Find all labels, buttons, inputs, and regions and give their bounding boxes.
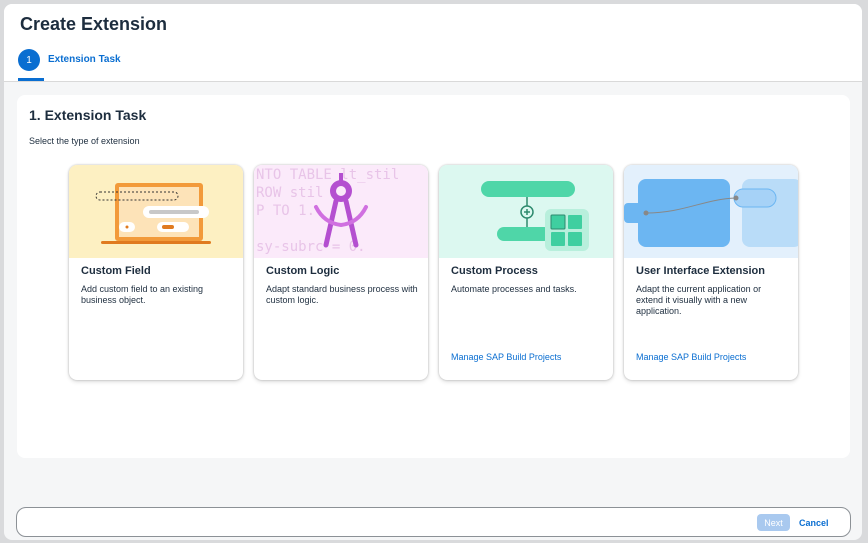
compass-illustration: NTO TABLE lt_stil ROW stil P TO 1. sy-su…: [254, 165, 428, 258]
step-content-panel: 1. Extension Task Select the type of ext…: [17, 95, 850, 458]
card-title: Custom Field: [81, 265, 151, 277]
manage-sap-build-projects-link[interactable]: Manage SAP Build Projects: [636, 352, 746, 362]
card-description: Adapt standard business process with cus…: [266, 284, 418, 305]
card-description: Adapt the current application or extend …: [636, 284, 762, 316]
card-user-interface-extension[interactable]: User Interface Extension Adapt the curre…: [624, 165, 798, 380]
code-line-4: sy-subrc = 0.: [256, 239, 366, 255]
section-subtitle: Select the type of extension: [29, 136, 140, 146]
process-flow-illustration: [439, 165, 613, 258]
section-title: 1. Extension Task: [29, 107, 147, 123]
card-title: Custom Logic: [266, 265, 340, 277]
card-custom-logic[interactable]: NTO TABLE lt_stil ROW stil P TO 1. sy-su…: [254, 165, 428, 380]
code-line-1: NTO TABLE lt_stil: [256, 167, 399, 183]
ui-connect-illustration: [624, 165, 798, 258]
cancel-button[interactable]: Cancel: [799, 514, 829, 531]
card-description: Automate processes and tasks.: [451, 284, 577, 294]
code-line-3: P TO 1.: [256, 203, 315, 219]
next-button[interactable]: Next: [757, 514, 790, 531]
step-label: Extension Task: [48, 54, 121, 65]
create-extension-dialog: Create Extension 1 Extension Task 1. Ext…: [4, 4, 862, 540]
manage-sap-build-projects-link[interactable]: Manage SAP Build Projects: [451, 352, 561, 362]
card-custom-field[interactable]: Custom Field Add custom field to an exis…: [69, 165, 243, 380]
card-title: Custom Process: [451, 265, 538, 277]
dialog-title: Create Extension: [20, 14, 168, 34]
card-custom-process[interactable]: Custom Process Automate processes and ta…: [439, 165, 613, 380]
dialog-footer: Next Cancel: [16, 507, 851, 537]
laptop-form-illustration: [69, 165, 243, 258]
card-title: User Interface Extension: [636, 265, 765, 277]
code-line-2: ROW stil: [256, 185, 323, 201]
card-description: Add custom field to an existing business…: [81, 284, 204, 305]
dialog-header: Create Extension 1 Extension Task: [4, 4, 862, 82]
active-step-indicator: [18, 78, 44, 81]
step-number-badge: 1: [18, 49, 40, 71]
